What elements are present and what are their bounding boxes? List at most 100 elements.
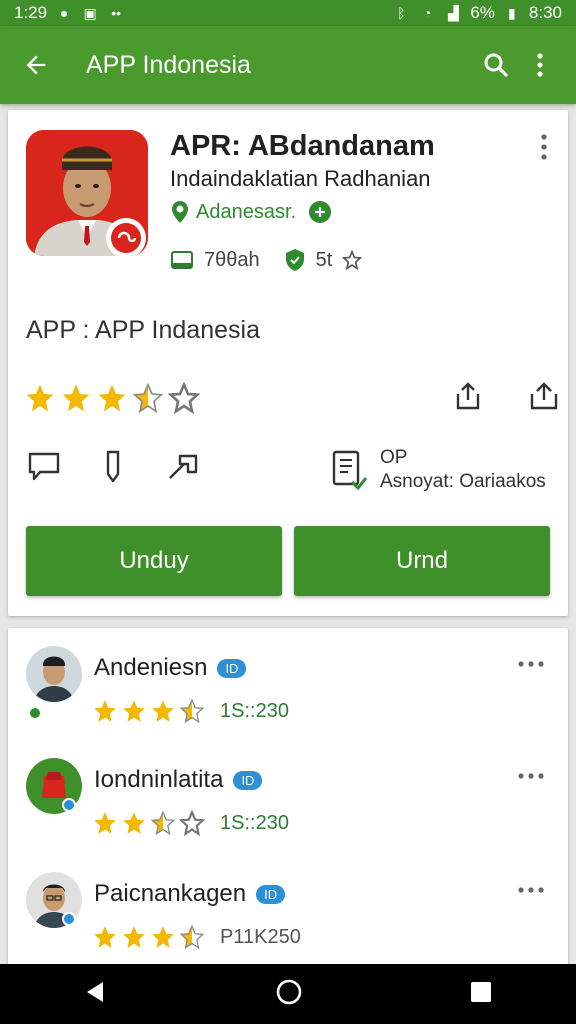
review-more-button[interactable] — [516, 882, 546, 900]
info-text: OP Asnoyat: Oariaakos — [380, 446, 546, 494]
download-button[interactable]: Unduy — [26, 526, 282, 596]
review-star-group — [92, 810, 205, 836]
review-more-button[interactable] — [516, 656, 546, 674]
reviewer-name: Iondninlatita — [94, 766, 224, 793]
reviewer-badge: ID — [256, 884, 286, 904]
bluetooth-icon: ᛒ — [397, 5, 406, 21]
search-button[interactable] — [474, 43, 518, 87]
secondary-button[interactable]: Urnd — [294, 526, 550, 596]
review-item[interactable]: Andeniesn ID 1S::230 — [8, 628, 568, 738]
redirect-icon — [169, 454, 198, 479]
star-half-icon — [179, 924, 205, 950]
square-recents-icon — [471, 981, 491, 1002]
star-filled-icon — [94, 812, 116, 834]
review-more-button[interactable] — [516, 768, 546, 786]
star-outline-icon — [342, 250, 363, 270]
review-date: 1S::230 — [220, 699, 289, 722]
status-indicator — [62, 912, 76, 926]
star-filled-icon — [152, 926, 174, 948]
verified-icon — [309, 201, 332, 223]
status-time: 1:29 — [14, 3, 48, 22]
location-pin-icon — [172, 201, 188, 223]
reviewer-badge: ID — [233, 770, 263, 790]
pencil-icon — [106, 450, 120, 483]
star-outline-icon — [179, 810, 205, 836]
signal-icon: ▟ — [447, 5, 459, 21]
app-meta-row: 7θθah 5t — [170, 248, 363, 272]
star-filled-icon — [123, 700, 145, 722]
comment-button[interactable] — [26, 448, 62, 489]
star-half-icon — [132, 382, 164, 414]
comment-icon — [28, 452, 60, 481]
developer-name[interactable]: Indaindaklatian Radhanian — [170, 166, 431, 192]
review-star-group — [92, 924, 205, 950]
reviews-card: Andeniesn ID 1S::230 Iondninlatita ID 1S… — [8, 628, 568, 968]
more-horiz-icon — [518, 773, 544, 779]
share-button[interactable] — [452, 380, 484, 417]
document-download-button[interactable] — [330, 448, 370, 499]
info-line2: Asnoyat: Oariaakos — [380, 471, 546, 492]
app-rating-stars[interactable] — [24, 382, 200, 414]
nav-recents-button[interactable] — [469, 980, 493, 1009]
system-nav-bar — [0, 964, 576, 1024]
action-icons-row — [26, 448, 206, 489]
reviewer-name-row: Paicnankagen ID — [94, 880, 286, 908]
review-date: 1S::230 — [220, 811, 289, 834]
wifi-icon: ◔ — [423, 5, 432, 21]
card-menu-button[interactable] — [534, 132, 554, 162]
reviewer-badge: ID — [217, 658, 247, 678]
nav-back-button[interactable] — [83, 979, 109, 1010]
share-icon — [456, 382, 480, 410]
circle-home-icon — [276, 979, 302, 1004]
user-avatar-image — [26, 646, 82, 702]
forward-button[interactable] — [166, 448, 206, 489]
star-filled-icon — [123, 926, 145, 948]
triangle-back-icon — [87, 981, 103, 1002]
app-bar-title: APP Indonesia — [86, 50, 251, 79]
back-button[interactable] — [14, 43, 58, 87]
battery-icon: ▮ — [508, 5, 516, 21]
review-stars: 1S::230 — [92, 698, 289, 724]
star-filled-icon — [152, 700, 174, 722]
review-item[interactable]: Paicnankagen ID P11K250 — [8, 854, 568, 964]
reviewer-name: Andeniesn — [94, 654, 208, 681]
reviewer-name-row: Andeniesn ID — [94, 654, 247, 682]
nav-home-button[interactable] — [275, 978, 303, 1011]
battery-percent: 6% — [470, 3, 495, 22]
upload-icon — [530, 382, 558, 410]
app-icon[interactable] — [26, 130, 148, 256]
star-filled-icon — [62, 384, 90, 412]
overflow-menu-button[interactable] — [518, 43, 562, 87]
reviewer-name-row: Iondninlatita ID — [94, 766, 263, 794]
avatar[interactable] — [26, 646, 82, 702]
star-half-icon — [179, 698, 205, 724]
online-indicator — [28, 706, 42, 720]
storage-icon — [171, 251, 193, 269]
status-bar: 1:29 ● ▣ •• ᛒ ◔ ▟ 6% ▮ 8:30 — [0, 0, 576, 26]
star-outline-icon — [168, 382, 200, 414]
app-name: APR: ABdandanam — [170, 130, 435, 162]
status-clock: 8:30 — [528, 3, 562, 22]
app-size: 7θθah — [204, 248, 260, 271]
more-vert-icon — [541, 134, 547, 160]
review-item[interactable]: Iondninlatita ID 1S::230 — [8, 740, 568, 850]
app-icon-portrait — [26, 130, 148, 256]
app-tag-label: Adanesasr. — [196, 200, 297, 223]
search-icon — [484, 53, 508, 77]
more-notifications-icon: •• — [111, 5, 121, 21]
more-horiz-icon — [518, 887, 544, 893]
edit-button[interactable] — [96, 448, 132, 489]
star-half-icon — [150, 810, 176, 836]
info-line1: OP — [380, 447, 408, 468]
app-bar: APP Indonesia — [0, 26, 576, 104]
review-star-group — [92, 698, 205, 724]
notification-icon: ● — [59, 5, 69, 21]
star-filled-icon — [94, 926, 116, 948]
app-tag: Adanesasr. — [170, 200, 332, 224]
star-filled-icon — [26, 384, 54, 412]
shield-icon — [285, 249, 304, 271]
more-vert-icon — [537, 53, 543, 77]
more-horiz-icon — [518, 661, 544, 667]
arrow-back-icon — [26, 55, 46, 75]
export-button[interactable] — [528, 380, 560, 417]
